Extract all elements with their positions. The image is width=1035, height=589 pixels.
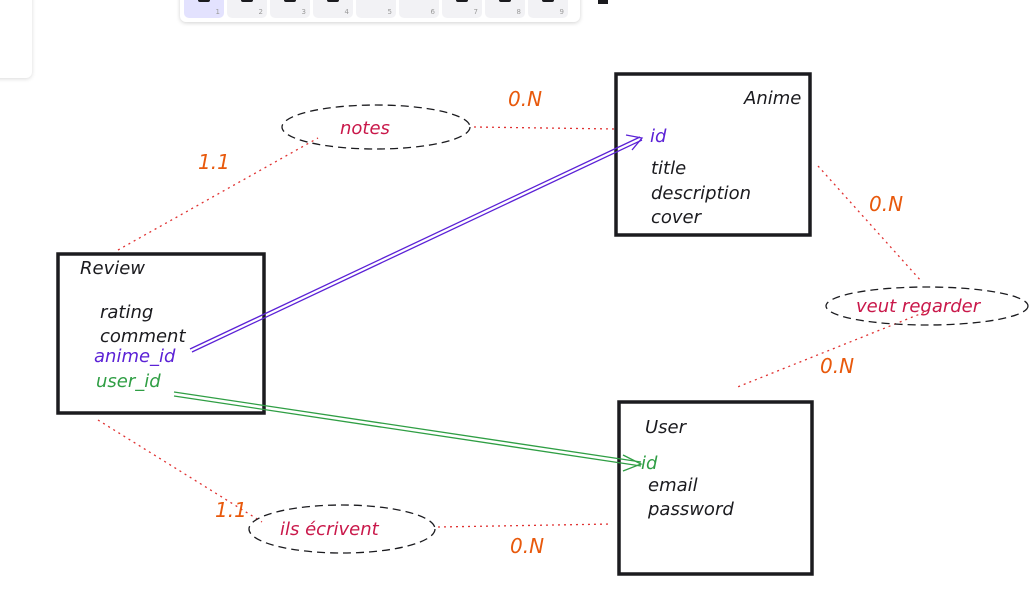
user-field-password: password <box>647 499 734 520</box>
cardinality-review-notes: 1.1 <box>198 150 230 174</box>
anime-fk-arrow[interactable] <box>189 136 643 353</box>
relation-notes-label: notes <box>340 118 390 139</box>
link-ecrivent-user[interactable] <box>437 523 613 528</box>
entity-review-title: Review <box>80 258 145 279</box>
review-field-user-id: user_id <box>96 371 161 392</box>
relation-veut-regarder-label: veut regarder <box>856 296 982 317</box>
drawing-canvas[interactable]: Anime id title description cover Review … <box>0 0 1035 589</box>
entity-anime-title: Anime <box>743 88 801 109</box>
review-field-rating: rating <box>100 302 153 323</box>
link-anime-regarder[interactable] <box>817 165 923 283</box>
anime-field-description: description <box>651 183 751 204</box>
cardinality-anime-notes: 0.N <box>508 87 542 111</box>
link-notes-anime[interactable] <box>473 126 617 130</box>
cardinality-user-regarder: 0.N <box>820 354 854 378</box>
user-field-id: id <box>641 453 658 474</box>
cardinality-review-ecrivent: 1.1 <box>215 498 247 522</box>
anime-field-title: title <box>651 158 686 179</box>
review-field-anime-id: anime_id <box>94 346 176 367</box>
review-field-comment: comment <box>100 326 186 347</box>
anime-field-id: id <box>650 126 667 147</box>
user-fk-arrow[interactable] <box>173 391 642 467</box>
anime-field-cover: cover <box>651 207 703 228</box>
user-field-email: email <box>648 475 698 496</box>
relation-ils-ecrivent-label: ils écrivent <box>280 519 380 540</box>
entity-user-title: User <box>645 417 688 438</box>
user-fk-arrowhead <box>622 454 643 472</box>
cardinality-anime-regarder: 0.N <box>869 192 903 216</box>
cardinality-user-ecrivent: 0.N <box>510 534 544 558</box>
